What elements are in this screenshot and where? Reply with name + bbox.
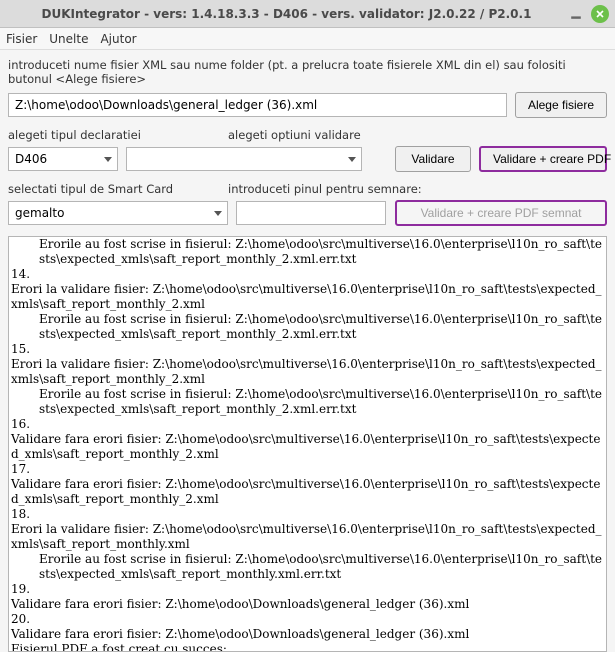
window-title: DUKIntegrator - vers: 1.4.18.3.3 - D406 … <box>6 7 567 21</box>
log-line: Fisierul PDF a fost creat cu succes: <box>11 642 604 652</box>
log-line: Erori la validare fisier: Z:\home\odoo\s… <box>11 282 604 312</box>
valid-opts-label: alegeti optiuni validare <box>228 128 361 142</box>
log-line: 14. <box>11 267 604 282</box>
log-output: Erorile au fost scrise in fisierul: Z:\h… <box>8 236 607 652</box>
validate-create-pdf-button[interactable]: Validare + creare PDF <box>479 146 607 172</box>
pin-input[interactable] <box>236 201 386 225</box>
close-icon[interactable] <box>591 5 609 23</box>
decl-type-label: alegeti tipul declaratiei <box>8 128 228 142</box>
content-area: introduceti nume fisier XML sau nume fol… <box>0 50 615 652</box>
log-line: Erorile au fost scrise in fisierul: Z:\h… <box>11 387 604 417</box>
log-line: Erorile au fost scrise in fisierul: Z:\h… <box>11 312 604 342</box>
smartcard-select[interactable]: gemalto <box>8 201 228 225</box>
log-line: Validare fara erori fisier: Z:\home\odoo… <box>11 597 604 612</box>
log-line: Erori la validare fisier: Z:\home\odoo\s… <box>11 357 604 387</box>
log-line: 18. <box>11 507 604 522</box>
menu-unelte[interactable]: Unelte <box>49 32 88 46</box>
file-row: Alege fisiere <box>8 92 607 118</box>
log-line: Erorile au fost scrise in fisierul: Z:\h… <box>11 237 604 267</box>
title-bar: DUKIntegrator - vers: 1.4.18.3.3 - D406 … <box>0 0 615 28</box>
choose-files-button[interactable]: Alege fisiere <box>515 92 607 118</box>
xml-path-input[interactable] <box>8 93 507 117</box>
smartcard-label: selectati tipul de Smart Card <box>8 182 228 196</box>
pin-label: introduceti pinul pentru semnare: <box>228 182 422 196</box>
log-line: 17. <box>11 462 604 477</box>
labels-row-1: alegeti tipul declaratiei alegeti optiun… <box>8 128 607 142</box>
minimize-icon[interactable] <box>567 5 585 23</box>
log-line: 16. <box>11 417 604 432</box>
log-line: Validare fara erori fisier: Z:\home\odoo… <box>11 432 604 462</box>
validate-row: D406 Validare Validare + creare PDF <box>8 146 607 172</box>
validate-create-pdf-sign-button: Validare + creare PDF semnat <box>395 200 607 226</box>
menu-ajutor[interactable]: Ajutor <box>100 32 136 46</box>
log-line: 15. <box>11 342 604 357</box>
log-line: 19. <box>11 582 604 597</box>
validation-options-select[interactable] <box>126 147 362 171</box>
window-controls <box>567 5 609 23</box>
intro-label: introduceti nume fisier XML sau nume fol… <box>8 58 607 86</box>
labels-row-2: selectati tipul de Smart Card introducet… <box>8 182 607 196</box>
sign-row: gemalto Validare + creare PDF semnat <box>8 200 607 226</box>
log-line: Validare fara erori fisier: Z:\home\odoo… <box>11 477 604 507</box>
declaration-type-select[interactable]: D406 <box>8 147 118 171</box>
menu-bar: Fisier Unelte Ajutor <box>0 28 615 50</box>
log-line: Erorile au fost scrise in fisierul: Z:\h… <box>11 552 604 582</box>
menu-fisier[interactable]: Fisier <box>6 32 37 46</box>
log-line: 20. <box>11 612 604 627</box>
log-line: Erori la validare fisier: Z:\home\odoo\s… <box>11 522 604 552</box>
validate-button[interactable]: Validare <box>395 146 471 172</box>
